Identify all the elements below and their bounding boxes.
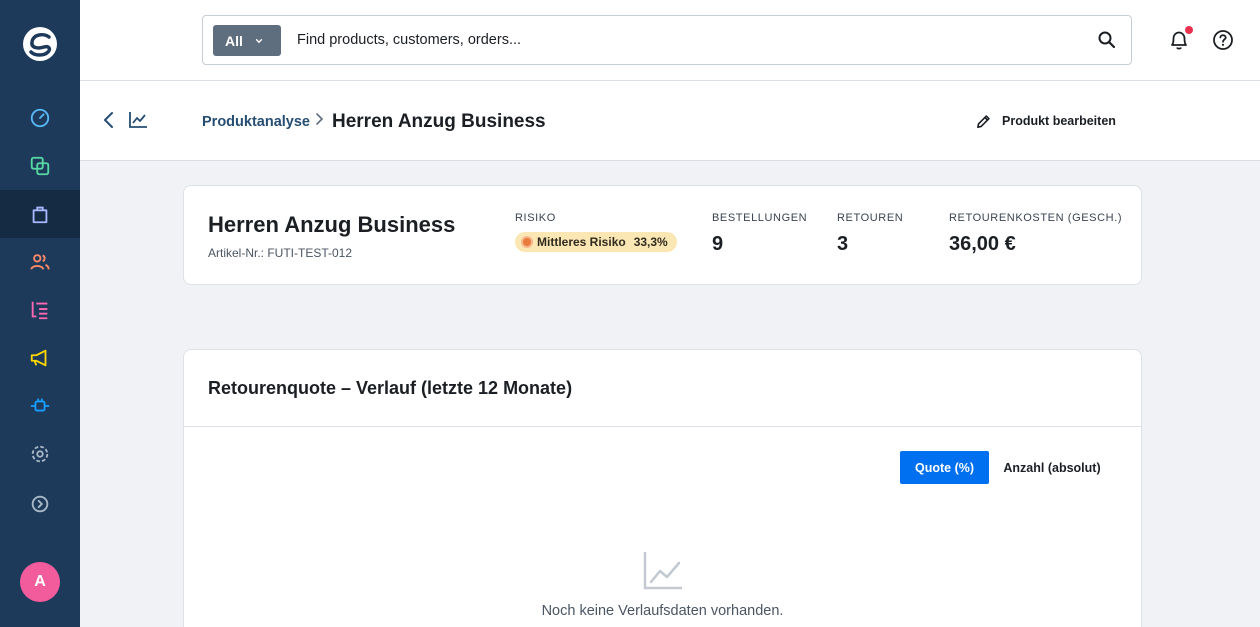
sidebar: A: [0, 0, 80, 627]
logo-icon: [23, 27, 57, 61]
search-type-dropdown[interactable]: All: [213, 25, 281, 56]
nav-orders[interactable]: [0, 190, 80, 238]
empty-state-message: Noch keine Verlaufsdaten vorhanden.: [541, 603, 784, 619]
orders-label: BESTELLUNGEN: [712, 212, 808, 224]
user-avatar[interactable]: A: [20, 562, 60, 602]
risk-percent: 33,3%: [633, 235, 668, 249]
toggle-quote-percent[interactable]: Quote (%): [900, 451, 989, 484]
nav-marketing[interactable]: [0, 334, 80, 382]
search-type-label: All: [225, 32, 243, 49]
analytics-chart-icon[interactable]: [128, 111, 148, 129]
history-card-header: Retourenquote – Verlauf (letzte 12 Monat…: [184, 350, 1141, 427]
return-costs-label: RETOURENKOSTEN (GESCH.): [949, 212, 1123, 224]
extensions-plug-icon: [30, 398, 50, 412]
nav-customers[interactable]: [0, 238, 80, 286]
content-list-icon: [31, 301, 48, 320]
risk-badge-label: Mittleres Risiko: [537, 235, 626, 249]
chevron-down-icon: [255, 38, 263, 43]
nav-extensions[interactable]: [0, 382, 80, 430]
help-icon[interactable]: [1212, 29, 1234, 51]
history-title: Retourenquote – Verlauf (letzte 12 Monat…: [208, 378, 573, 398]
return-rate-history-card: Retourenquote – Verlauf (letzte 12 Monat…: [183, 349, 1142, 627]
settings-gear-icon: [31, 445, 49, 463]
shopware-logo[interactable]: [18, 22, 62, 66]
risk-label: RISIKO: [515, 212, 556, 224]
nav-expand[interactable]: [0, 480, 80, 528]
marketing-megaphone-icon: [30, 349, 47, 367]
page-header: Produktanalyse Herren Anzug Business Pro…: [80, 81, 1260, 161]
orders-value: 9: [712, 233, 724, 255]
toggle-count-absolute[interactable]: Anzahl (absolut): [994, 451, 1110, 484]
returns-value: 3: [837, 233, 849, 255]
empty-chart-icon: [643, 552, 682, 590]
pencil-icon: [977, 114, 990, 128]
breadcrumb-produktanalyse[interactable]: Produktanalyse: [202, 114, 310, 130]
product-summary-card: Herren Anzug Business Artikel-Nr.: FUTI-…: [183, 185, 1142, 285]
expand-arrow-icon: [31, 495, 49, 513]
page-title: Herren Anzug Business: [332, 111, 546, 132]
product-sku: Artikel-Nr.: FUTI-TEST-012: [208, 246, 353, 260]
risk-badge: Mittleres Risiko 33,3%: [515, 232, 677, 252]
notification-dot: [1185, 26, 1193, 34]
global-search: All: [202, 15, 1132, 65]
nav-settings[interactable]: [0, 430, 80, 478]
risk-dot-icon: [523, 238, 531, 246]
nav-content[interactable]: [0, 286, 80, 334]
nav-dashboard[interactable]: [0, 94, 80, 142]
product-name: Herren Anzug Business: [208, 212, 456, 237]
catalog-copy-icon: [30, 156, 50, 176]
search-icon[interactable]: [1097, 30, 1117, 50]
edit-product-label: Produkt bearbeiten: [1002, 114, 1116, 128]
return-costs-value: 36,00 €: [949, 233, 1016, 255]
nav-catalog[interactable]: [0, 142, 80, 190]
top-bar: All: [80, 0, 1260, 81]
orders-bag-icon: [32, 206, 48, 224]
dashboard-gauge-icon: [30, 108, 50, 128]
back-arrow-icon[interactable]: [100, 111, 118, 129]
search-input[interactable]: [297, 28, 1077, 52]
edit-product-button[interactable]: Produkt bearbeiten: [975, 111, 1116, 131]
chevron-right-icon: [316, 113, 324, 125]
customers-users-icon: [30, 254, 50, 270]
returns-label: RETOUREN: [837, 212, 904, 224]
